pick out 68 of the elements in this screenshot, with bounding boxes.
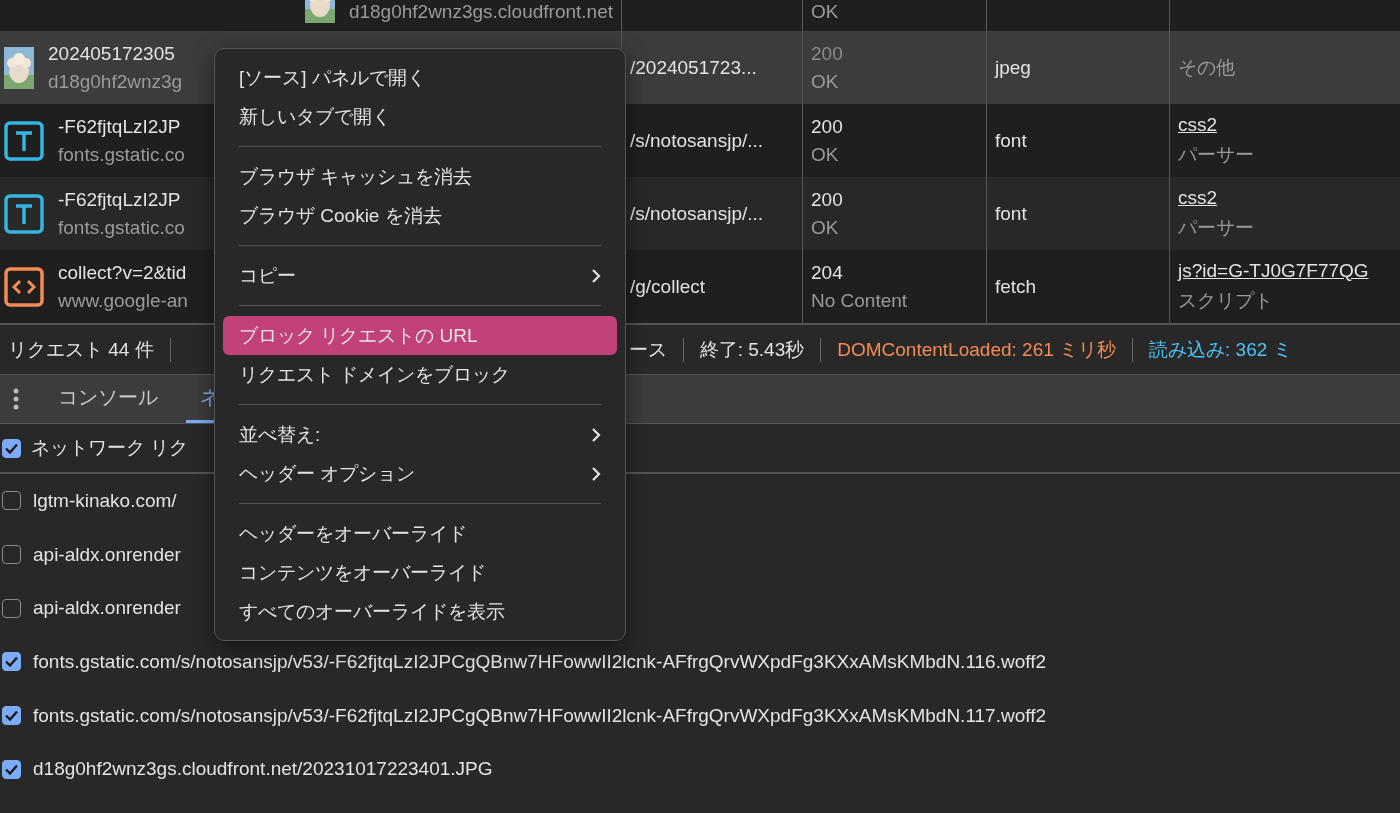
summary-text: リクエスト 44 件 <box>8 337 154 362</box>
chevron-right-icon <box>591 426 601 443</box>
request-type: fetch <box>995 275 1038 298</box>
menu-item[interactable]: ブロック リクエストの URL <box>223 316 617 355</box>
status-code: 200 <box>811 42 844 65</box>
request-type: font <box>995 129 1028 152</box>
request-path: /s/notosansjp/... <box>630 129 765 152</box>
status-code: 204 <box>811 261 844 284</box>
drawer-tab[interactable]: コンソール <box>44 375 172 423</box>
status-text: OK <box>811 143 840 166</box>
blocked-url-pattern: d18g0hf2wnz3gs.cloudfront.net/20231017223401.JPG <box>33 758 493 781</box>
blocked-url-pattern: fonts.gstatic.com/s/notosansjp/v53/-F62fjtqLzI2JPCgQBnw7HFowwII2lcnk-AFfrgQrvWXpdFg3KXxAMsKMbdN.117.woff2 <box>33 704 1047 727</box>
request-type: jpeg <box>995 56 1032 79</box>
initiator-link[interactable]: js?id=G-TJ0G7F77QG <box>1178 259 1392 282</box>
menu-item[interactable]: ブラウザ Cookie を消去 <box>223 196 617 235</box>
checkbox[interactable] <box>2 438 21 458</box>
initiator-type: パーサー <box>1178 142 1255 167</box>
request-path: /g/collect <box>630 275 706 298</box>
status-text: OK <box>811 216 840 239</box>
chevron-right-icon <box>591 267 601 284</box>
enable-blocking-label: ネットワーク リク <box>31 436 189 460</box>
request-path: /s/notosansjp/... <box>630 202 765 225</box>
blocked-url-pattern: lgtm-kinako.com/ <box>33 489 177 512</box>
summary-text: 読み込み: 362 ミ <box>1149 337 1292 362</box>
blocked-url-pattern: api-aldx.onrender <box>33 543 181 566</box>
status-text: No Content <box>811 289 909 312</box>
request-name: collect?v=2&tid <box>58 261 188 284</box>
request-domain: d18g0hf2wnz3gs.cloudfront.net <box>348 1 613 23</box>
initiator-type: パーサー <box>1178 215 1255 240</box>
menu-item[interactable]: [ソース] パネルで開く <box>223 58 617 97</box>
initiator-type: その他 <box>1178 55 1236 80</box>
checkbox[interactable] <box>2 652 21 672</box>
checkbox[interactable] <box>2 491 21 511</box>
checkbox[interactable] <box>2 545 21 565</box>
blocked-url-pattern: fonts.gstatic.com/s/notosansjp/v53/-F62fjtqLzI2JPCgQBnw7HFowwII2lcnk-AFfrgQrvWXpdFg3KXxAMsKMbdN.116.woff2 <box>33 650 1047 673</box>
menu-item[interactable]: すべてのオーバーライドを表示 <box>223 592 617 631</box>
chevron-right-icon <box>591 465 601 482</box>
menu-item[interactable]: ヘッダー オプション <box>223 454 617 493</box>
code-file-icon <box>4 266 44 307</box>
request-row[interactable]: d18g0hf2wnz3gs.cloudfront.net OK <box>0 0 1400 31</box>
checkbox[interactable] <box>2 706 21 726</box>
request-domain: d18g0hf2wnz3g <box>48 70 183 93</box>
request-name: -F62fjtqLzI2JP <box>58 115 182 138</box>
menu-item[interactable]: ヘッダーをオーバーライド <box>223 514 617 553</box>
status-code: 200 <box>811 115 844 138</box>
initiator-type: スクリプト <box>1178 288 1274 313</box>
request-name: 202405172305 <box>48 42 176 65</box>
request-type: font <box>995 202 1028 225</box>
blocked-url-pattern: api-aldx.onrender <box>33 597 181 620</box>
initiator-link[interactable]: css2 <box>1178 186 1392 209</box>
request-domain: fonts.gstatic.co <box>58 143 185 166</box>
menu-item[interactable]: コンテンツをオーバーライド <box>223 553 617 592</box>
summary-text: DOMContentLoaded: 261 ミリ秒 <box>837 337 1117 362</box>
summary-text: 終了: 5.43秒 <box>699 337 805 362</box>
initiator-link[interactable]: css2 <box>1178 113 1392 136</box>
request-name: -F62fjtqLzI2JP <box>58 188 182 211</box>
status-code: 200 <box>811 188 844 211</box>
request-domain: fonts.gstatic.co <box>58 216 185 239</box>
checkbox[interactable] <box>2 759 21 779</box>
status-text: OK <box>811 1 840 23</box>
request-domain: www.google-an <box>58 289 188 312</box>
font-file-icon <box>4 120 44 161</box>
checkbox[interactable] <box>2 598 21 618</box>
summary-text: ース <box>628 337 667 362</box>
font-file-icon <box>4 193 44 234</box>
menu-item[interactable]: コピー <box>223 256 617 295</box>
request-path: /2024051723... <box>630 56 758 79</box>
status-text: OK <box>811 70 840 93</box>
